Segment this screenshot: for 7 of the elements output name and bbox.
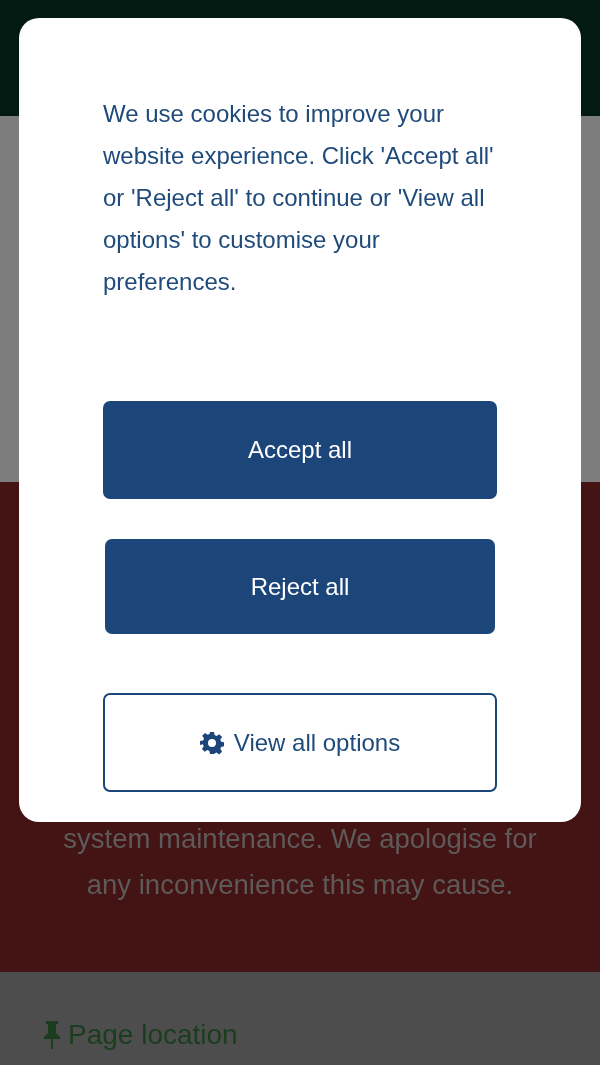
maintenance-notice: system maintenance. We apologise for any inconvenience this may cause. <box>62 822 538 902</box>
gear-icon <box>199 730 224 755</box>
pin-icon <box>42 1019 62 1050</box>
options-button[interactable]: View all options <box>103 693 497 792</box>
consent-button[interactable]: Accept all <box>103 401 497 499</box>
cookie-message: We use cookies to improve your website experience. Click 'Accept all' or 'Reject all' to continue or 'View all options' to customise your preferences. <box>103 99 495 297</box>
consent-button[interactable]: Reject all <box>105 539 495 634</box>
